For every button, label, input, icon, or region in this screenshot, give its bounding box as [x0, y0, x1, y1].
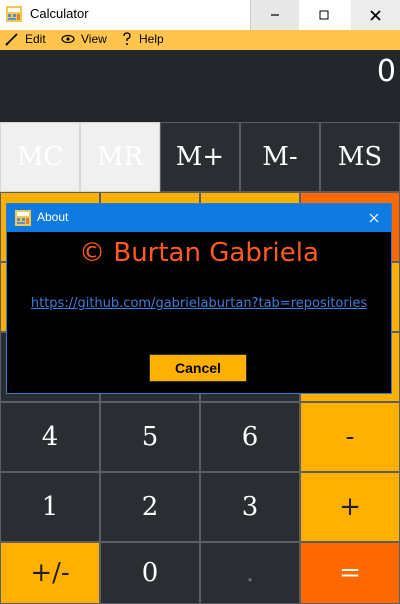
cancel-button[interactable]: Cancel	[149, 354, 247, 382]
maximize-button[interactable]	[300, 0, 348, 30]
key-5[interactable]: 5	[100, 402, 200, 472]
menu-edit-label: Edit	[25, 32, 46, 46]
close-button[interactable]	[351, 0, 400, 30]
key-3[interactable]: 3	[200, 472, 300, 542]
equals-button[interactable]: =	[300, 542, 400, 604]
key-1[interactable]: 1	[0, 472, 100, 542]
calculator-display: 0	[0, 50, 400, 122]
close-icon	[370, 9, 381, 21]
calculator-app-icon	[15, 210, 31, 226]
decimal-button[interactable]: .	[200, 542, 300, 604]
minimize-icon	[271, 14, 279, 16]
copyright-text: © Burtan Gabriela	[79, 238, 319, 268]
about-dialog: About © Burtan Gabriela https://github.c…	[6, 203, 392, 394]
m-minus-button[interactable]: M-	[240, 122, 320, 192]
mr-button[interactable]: MR	[80, 122, 160, 192]
minus-button[interactable]: -	[300, 402, 400, 472]
key-2[interactable]: 2	[100, 472, 200, 542]
about-dialog-close-button[interactable]	[363, 207, 385, 229]
menu-help[interactable]: Help	[121, 32, 164, 46]
about-dialog-titlebar: About	[7, 204, 391, 232]
negate-button[interactable]: +/-	[0, 542, 100, 604]
title-bar: Calculator	[0, 0, 400, 30]
mc-button[interactable]: MC	[0, 122, 80, 192]
display-value: 0	[376, 54, 396, 89]
maximize-icon	[319, 10, 329, 20]
menu-view[interactable]: View	[61, 32, 107, 46]
menu-view-label: View	[81, 32, 107, 46]
plus-button[interactable]: +	[300, 472, 400, 542]
menu-bar: Edit View Help	[0, 30, 400, 50]
eye-icon	[61, 34, 75, 44]
about-dialog-title: About	[37, 210, 69, 224]
pencil-icon	[5, 33, 18, 46]
calculator-app-icon	[6, 6, 22, 22]
repository-link[interactable]: https://github.com/gabrielaburtan?tab=re…	[7, 296, 391, 311]
key-0[interactable]: 0	[100, 542, 200, 604]
menu-edit[interactable]: Edit	[5, 32, 46, 46]
minimize-button[interactable]	[250, 0, 299, 30]
ms-button[interactable]: MS	[320, 122, 400, 192]
question-icon	[123, 32, 131, 45]
key-4[interactable]: 4	[0, 402, 100, 472]
close-icon	[369, 213, 379, 223]
menu-help-label: Help	[139, 32, 164, 46]
m-plus-button[interactable]: M+	[160, 122, 240, 192]
key-6[interactable]: 6	[200, 402, 300, 472]
window-title: Calculator	[30, 6, 89, 21]
